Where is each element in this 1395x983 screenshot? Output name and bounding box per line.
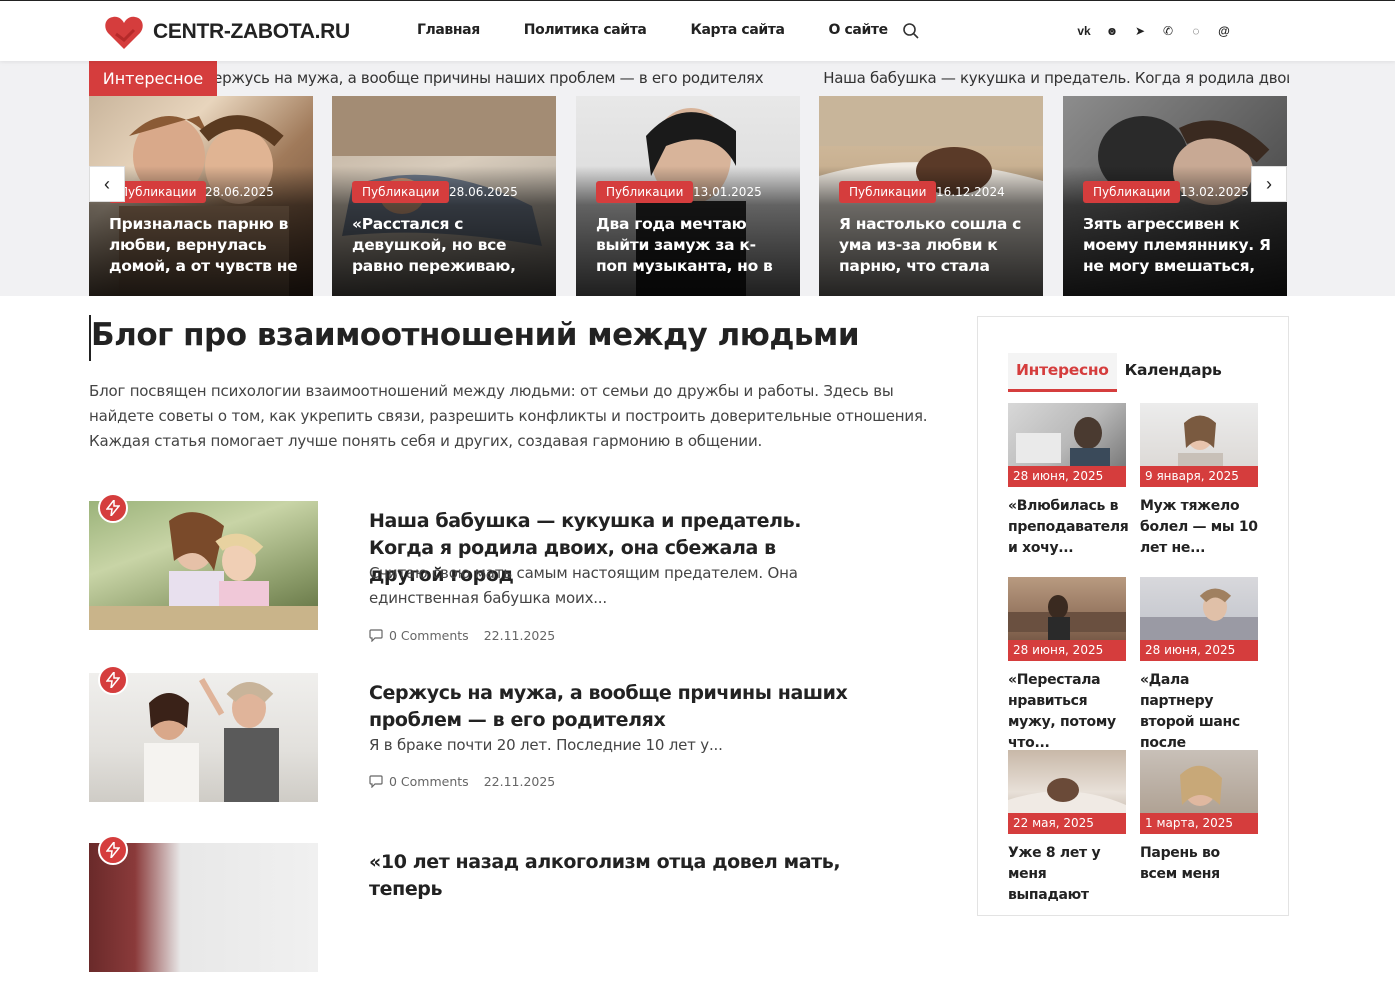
sidebar-post[interactable]: 9 января, 2025 Муж тяжело болел — мы 10 … xyxy=(1140,403,1258,559)
featured-band: Интересное Сержусь на мужа, а вообще при… xyxy=(0,61,1395,296)
heart-logo-icon xyxy=(105,16,143,50)
site-header: CENTR-ZABOTA.RU Главная Политика сайта К… xyxy=(0,0,1395,61)
carousel-prev-button[interactable]: ‹ xyxy=(89,166,125,202)
card-title[interactable]: Зять агрессивен к моему племяннику. Я не… xyxy=(1083,214,1273,277)
chevron-right-icon: › xyxy=(1266,173,1272,194)
bolt-icon xyxy=(98,665,128,695)
bolt-icon xyxy=(98,835,128,865)
post-date: 22.11.2025 xyxy=(483,628,556,643)
category-badge[interactable]: Публикации xyxy=(352,181,450,203)
search-icon[interactable] xyxy=(902,22,920,40)
post-date: 22.11.2025 xyxy=(483,774,556,789)
card-title[interactable]: Два года мечтаю выйти замуж за к-поп муз… xyxy=(596,214,786,277)
post-item: «10 лет назад алкоголизм отца довел мать… xyxy=(89,835,949,983)
sidebar-post[interactable]: 28 июня, 2025 «Влюбилась в преподавателя… xyxy=(1008,403,1129,559)
sidebar-post-image: 22 мая, 2025 xyxy=(1008,750,1126,834)
post-title[interactable]: Сержусь на мужа, а вообще причины наших … xyxy=(369,680,849,734)
post-comments[interactable]: 0 Comments xyxy=(369,774,469,789)
sidebar-post-title[interactable]: Парень во всем меня xyxy=(1140,843,1258,885)
sidebar-post-date: 22 мая, 2025 xyxy=(1008,813,1126,834)
ticker-item[interactable]: Сержусь на мужа, а вообще причины наших … xyxy=(217,69,764,87)
viber-icon[interactable]: ✆ xyxy=(1161,23,1175,39)
odnoklassniki-icon[interactable]: ꙩ xyxy=(1105,23,1119,39)
card-date: 13.01.2025 xyxy=(693,185,762,199)
comment-icon xyxy=(369,629,383,642)
sidebar-post-date: 1 марта, 2025 xyxy=(1140,813,1258,834)
main-nav: Главная Политика сайта Карта сайта О сай… xyxy=(417,22,932,38)
sidebar-post-title[interactable]: «Перестала нравиться мужу, потому что... xyxy=(1008,670,1126,754)
sidebar-post-date: 9 января, 2025 xyxy=(1140,466,1258,487)
featured-carousel: Публикации 28.06.2025 Призналась парню в… xyxy=(89,96,1287,296)
sidebar-post-image: 28 июня, 2025 xyxy=(1140,577,1258,661)
post-thumbnail[interactable] xyxy=(89,843,318,972)
news-ticker: Сержусь на мужа, а вообще причины наших … xyxy=(217,61,1289,96)
chevron-left-icon: ‹ xyxy=(104,173,110,194)
sidebar-post-image: 28 июня, 2025 xyxy=(1008,403,1126,487)
sidebar-post-image: 1 марта, 2025 xyxy=(1140,750,1258,834)
sidebar-post-image: 9 января, 2025 xyxy=(1140,403,1258,487)
post-item: Наша бабушка — кукушка и предатель. Когд… xyxy=(89,493,949,643)
nav-home[interactable]: Главная xyxy=(417,22,480,38)
sidebar-post[interactable]: 22 мая, 2025 Уже 8 лет у меня выпадают xyxy=(1008,750,1126,906)
post-comments[interactable]: 0 Comments xyxy=(369,628,469,643)
category-badge[interactable]: Публикации xyxy=(1083,181,1181,203)
vk-icon[interactable]: vk xyxy=(1077,23,1091,39)
whatsapp-icon[interactable]: ◌ xyxy=(1189,23,1203,39)
card-title[interactable]: Призналась парню в любви, вернулась домо… xyxy=(109,214,299,277)
card-date: 28.06.2025 xyxy=(205,185,274,199)
sidebar-post-date: 28 июня, 2025 xyxy=(1008,466,1126,487)
category-badge[interactable]: Публикации xyxy=(596,181,694,203)
card-date: 16.12.2024 xyxy=(936,185,1005,199)
category-badge[interactable]: Публикации xyxy=(839,181,937,203)
sidebar-post-date: 28 июня, 2025 xyxy=(1140,640,1258,661)
social-links: vk ꙩ ➤ ✆ ◌ @ xyxy=(1077,23,1245,39)
card-date: 13.02.2025 xyxy=(1180,185,1249,199)
post-item: Сержусь на мужа, а вообще причины наших … xyxy=(89,665,949,813)
featured-card[interactable]: Публикации 28.06.2025 «Расстался с девуш… xyxy=(332,96,556,296)
page-title: Блог про взаимоотношений между людьми xyxy=(91,317,860,353)
carousel-next-button[interactable]: › xyxy=(1251,166,1287,202)
sidebar-post[interactable]: 28 июня, 2025 «Дала партнеру второй шанс… xyxy=(1140,577,1258,775)
intro-text: Блог посвящен психологии взаимоотношений… xyxy=(89,382,928,450)
post-meta: 0 Comments 22.11.2025 xyxy=(369,774,555,789)
sidebar-post-title[interactable]: «Влюбилась в преподавателя и хочу... xyxy=(1008,496,1129,559)
nav-about[interactable]: О сайте xyxy=(829,22,889,38)
post-thumbnail[interactable] xyxy=(89,501,318,630)
site-logo[interactable]: CENTR-ZABOTA.RU xyxy=(104,13,350,51)
featured-card[interactable]: Публикации 16.12.2024 Я настолько сошла … xyxy=(819,96,1043,296)
post-excerpt: Считаю свою мать самым настоящим предате… xyxy=(369,564,798,607)
post-meta: 0 Comments 22.11.2025 xyxy=(369,628,555,643)
sidebar-post[interactable]: 1 марта, 2025 Парень во всем меня xyxy=(1140,750,1258,885)
post-title[interactable]: «10 лет назад алкоголизм отца довел мать… xyxy=(369,849,889,903)
telegram-icon[interactable]: ➤ xyxy=(1133,23,1147,39)
tab-interesting[interactable]: Интересно xyxy=(1008,353,1117,392)
sidebar-tabs: Интересно Календарь xyxy=(1008,353,1230,392)
sidebar-post-title[interactable]: Муж тяжело болел — мы 10 лет не... xyxy=(1140,496,1258,559)
nav-sitemap[interactable]: Карта сайта xyxy=(690,22,784,38)
sidebar-post-title[interactable]: Уже 8 лет у меня выпадают xyxy=(1008,843,1126,906)
featured-card[interactable]: Публикации 13.01.2025 Два года мечтаю вы… xyxy=(576,96,800,296)
card-date: 28.06.2025 xyxy=(449,185,518,199)
comment-icon xyxy=(369,775,383,788)
post-thumbnail[interactable] xyxy=(89,673,318,802)
bolt-icon xyxy=(98,493,128,523)
sidebar-post-date: 28 июня, 2025 xyxy=(1008,640,1126,661)
ticker-item[interactable]: Наша бабушка — кукушка и предатель. Когд… xyxy=(823,69,1289,87)
logo-text: CENTR-ZABOTA.RU xyxy=(153,20,350,43)
moimir-icon[interactable]: @ xyxy=(1217,23,1231,39)
card-title[interactable]: Я настолько сошла с ума из-за любви к па… xyxy=(839,214,1029,277)
sidebar-post[interactable]: 28 июня, 2025 «Перестала нравиться мужу,… xyxy=(1008,577,1126,754)
post-excerpt: Я в браке почти 20 лет. Последние 10 лет… xyxy=(369,736,723,754)
ticker-label: Интересное xyxy=(89,61,217,96)
nav-policy[interactable]: Политика сайта xyxy=(524,22,647,38)
card-title[interactable]: «Расстался с девушкой, но все равно пере… xyxy=(352,214,542,277)
tab-calendar[interactable]: Календарь xyxy=(1117,353,1230,392)
sidebar: Интересно Календарь 28 июня, 2025 «Влюби… xyxy=(977,316,1289,916)
sidebar-post-image: 28 июня, 2025 xyxy=(1008,577,1126,661)
